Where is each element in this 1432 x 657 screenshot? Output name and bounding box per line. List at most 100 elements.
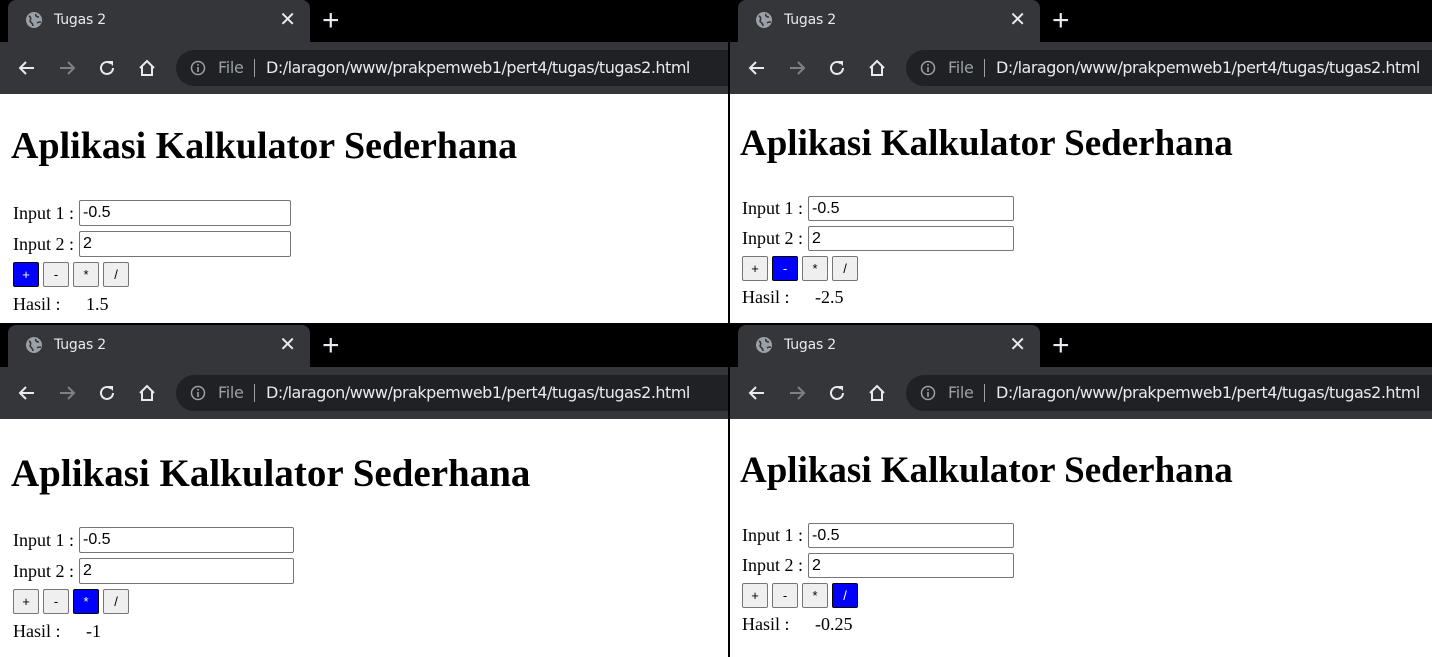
globe-icon [26,12,42,28]
info-icon[interactable] [190,385,206,401]
add-button[interactable]: + [742,583,768,608]
input-1-row: Input 1 : [742,523,1014,548]
browser-toolbar: File D:/laragon/www/prakpemweb1/pert4/tu… [730,42,1432,94]
result-row: Hasil : -1 [13,621,101,642]
address-bar[interactable]: File D:/laragon/www/prakpemweb1/pert4/tu… [176,375,728,411]
new-tab-plus-icon[interactable]: + [1052,329,1070,363]
subtract-button[interactable]: - [43,589,69,614]
reload-icon[interactable] [97,58,117,78]
input-1-row: Input 1 : [742,196,1014,221]
tab-title: Tugas 2 [784,337,837,353]
globe-icon [26,337,42,353]
input-1-field[interactable] [79,200,291,226]
tab-title: Tugas 2 [784,12,837,28]
page-title: Aplikasi Kalkulator Sederhana [11,452,531,495]
reload-icon[interactable] [827,58,847,78]
input-1-label: Input 1 : [742,198,803,218]
new-tab-plus-icon[interactable]: + [322,329,340,363]
divide-button[interactable]: / [103,589,129,614]
input-2-field[interactable] [808,226,1014,251]
result-value: 1.5 [86,294,109,314]
browser-tab[interactable]: Tugas 2 ✕ [8,325,310,367]
result-value: -1 [86,621,101,641]
home-icon[interactable] [867,58,887,78]
info-icon[interactable] [920,385,936,401]
input-2-row: Input 2 : [13,558,294,584]
arrow-back-icon[interactable] [17,58,37,78]
page-content: Aplikasi Kalkulator Sederhana Input 1 : … [0,94,728,323]
file-scheme-chip: File [948,58,974,77]
browser-window: Tugas 2 ✕ + File D:/laragon/www/prakpemw… [730,325,1432,657]
arrow-forward-icon[interactable] [787,58,807,78]
page-title: Aplikasi Kalkulator Sederhana [740,450,1233,491]
tab-title: Tugas 2 [54,12,107,28]
address-bar[interactable]: File D:/laragon/www/prakpemweb1/pert4/tu… [906,375,1432,411]
url-text[interactable]: D:/laragon/www/prakpemweb1/pert4/tugas/t… [266,58,690,77]
input-2-field[interactable] [79,231,291,257]
browser-toolbar: File D:/laragon/www/prakpemweb1/pert4/tu… [730,367,1432,419]
browser-window: Tugas 2 ✕ + File D:/laragon/www/prakpemw… [0,325,728,657]
new-tab-plus-icon[interactable]: + [1052,4,1070,38]
add-button[interactable]: + [13,262,39,287]
home-icon[interactable] [867,383,887,403]
reload-icon[interactable] [97,383,117,403]
multiply-button[interactable]: * [802,583,828,608]
close-icon[interactable]: ✕ [1009,335,1026,355]
file-scheme-chip: File [218,58,244,77]
divide-button[interactable]: / [103,262,129,287]
input-1-field[interactable] [808,196,1014,221]
input-1-label: Input 1 : [742,525,803,545]
divide-button[interactable]: / [832,583,858,608]
close-icon[interactable]: ✕ [1009,10,1026,30]
arrow-forward-icon[interactable] [57,383,77,403]
divide-button[interactable]: / [832,256,858,281]
url-text[interactable]: D:/laragon/www/prakpemweb1/pert4/tugas/t… [996,58,1420,77]
tab-title: Tugas 2 [54,337,107,353]
result-label: Hasil : [742,287,790,307]
input-1-label: Input 1 : [13,202,74,223]
arrow-back-icon[interactable] [747,383,767,403]
close-icon[interactable]: ✕ [279,335,296,355]
chip-divider [984,59,985,77]
input-1-field[interactable] [79,527,294,553]
arrow-back-icon[interactable] [747,58,767,78]
add-button[interactable]: + [13,589,39,614]
browser-tab[interactable]: Tugas 2 ✕ [8,0,310,42]
browser-tab[interactable]: Tugas 2 ✕ [738,0,1040,42]
multiply-button[interactable]: * [802,256,828,281]
file-scheme-chip: File [218,383,244,402]
home-icon[interactable] [137,58,157,78]
info-icon[interactable] [190,60,206,76]
result-row: Hasil : -0.25 [742,614,853,635]
arrow-back-icon[interactable] [17,383,37,403]
input-2-field[interactable] [79,558,294,584]
input-2-label: Input 2 : [742,228,803,248]
multiply-button[interactable]: * [73,589,99,614]
browser-tab[interactable]: Tugas 2 ✕ [738,325,1040,367]
input-2-row: Input 2 : [742,553,1014,578]
input-1-row: Input 1 : [13,527,294,553]
operator-buttons: + - * / [742,256,862,281]
url-text[interactable]: D:/laragon/www/prakpemweb1/pert4/tugas/t… [266,383,690,402]
browser-window: Tugas 2 ✕ + File D:/laragon/www/prakpemw… [730,0,1432,323]
url-text[interactable]: D:/laragon/www/prakpemweb1/pert4/tugas/t… [996,383,1420,402]
subtract-button[interactable]: - [772,583,798,608]
info-icon[interactable] [920,60,936,76]
close-icon[interactable]: ✕ [279,10,296,30]
address-bar[interactable]: File D:/laragon/www/prakpemweb1/pert4/tu… [176,50,728,86]
address-bar[interactable]: File D:/laragon/www/prakpemweb1/pert4/tu… [906,50,1432,86]
subtract-button[interactable]: - [772,256,798,281]
subtract-button[interactable]: - [43,262,69,287]
reload-icon[interactable] [827,383,847,403]
multiply-button[interactable]: * [73,262,99,287]
chip-divider [254,59,255,77]
arrow-forward-icon[interactable] [787,383,807,403]
globe-icon [756,12,772,28]
home-icon[interactable] [137,383,157,403]
arrow-forward-icon[interactable] [57,58,77,78]
new-tab-plus-icon[interactable]: + [322,4,340,38]
input-2-label: Input 2 : [742,555,803,575]
input-2-field[interactable] [808,553,1014,578]
input-1-field[interactable] [808,523,1014,548]
add-button[interactable]: + [742,256,768,281]
